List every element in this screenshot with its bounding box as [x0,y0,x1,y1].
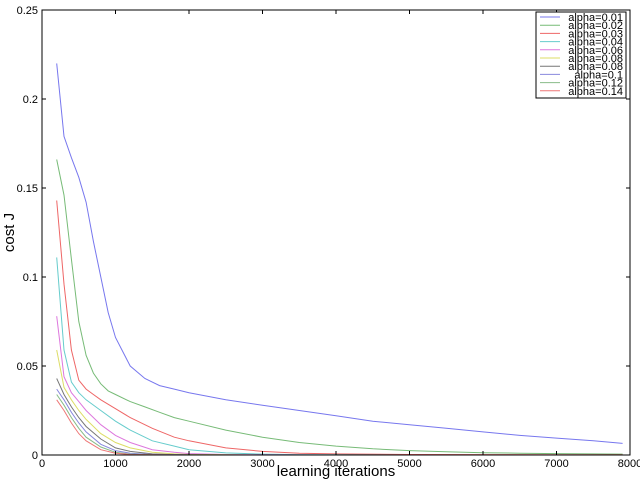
series-line-1 [56,63,623,444]
x-tick-label: 0 [39,458,45,470]
legend-label: alpha=0.14 [568,86,623,98]
legend: alpha=0.01alpha=0.02alpha=0.03alpha=0.04… [535,11,627,99]
y-tick-label: 0.2 [23,94,38,106]
series-line-8 [56,388,623,456]
cost-curve-chart: 0 1000 2000 3000 4000 5000 6000 7000 800000.050.… [1,5,640,480]
x-tick-label: 1000 [103,458,127,470]
series-line-4 [56,257,623,456]
x-tick-label: 5000 [397,458,421,470]
y-tick-label: 0.05 [17,361,38,373]
series-layer [56,63,623,456]
series-line-5 [56,316,623,456]
series-line-6 [56,349,623,456]
y-axis-label: cost J [1,213,18,252]
x-tick-label: 2000 [177,458,201,470]
series-line-2 [56,159,623,455]
x-tick-label: 8000 [618,458,640,470]
y-tick-label: 0.25 [17,5,38,17]
x-tick-label: 3000 [250,458,274,470]
y-tick-label: 0 [32,450,38,462]
x-tick-label: 7000 [544,458,568,470]
y-tick-label: 0.15 [17,183,38,195]
x-axis-label: learning iterations [277,463,395,480]
x-tick-label: 6000 [471,458,495,470]
y-tick-label: 0.1 [23,272,38,284]
